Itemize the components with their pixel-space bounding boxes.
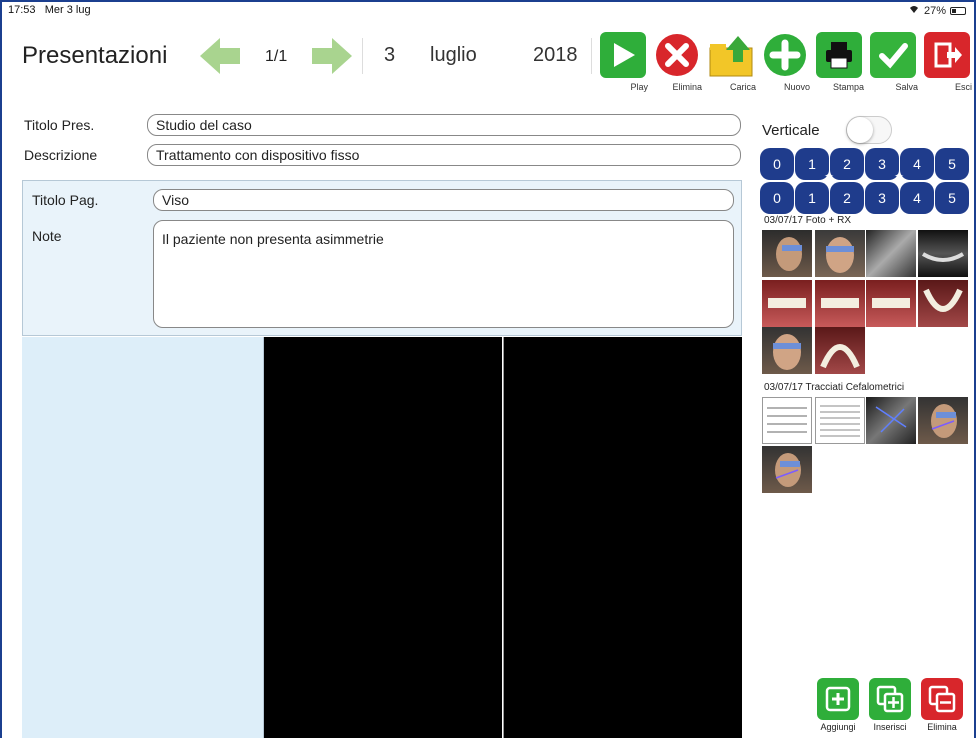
status-date: Mer 3 lug bbox=[44, 4, 91, 16]
print-label: Stampa bbox=[832, 82, 864, 92]
description-field[interactable]: Trattamento con dispositivo fisso bbox=[147, 144, 741, 166]
next-page-button[interactable] bbox=[310, 34, 354, 78]
layout-option[interactable]: 5 bbox=[935, 148, 969, 180]
star-icon: ✦ bbox=[789, 175, 800, 189]
thumbnail-tracing-table-1[interactable] bbox=[762, 397, 812, 444]
presentation-title-field[interactable]: Studio del caso bbox=[147, 114, 741, 136]
page-counter: 1/1 bbox=[265, 48, 288, 65]
note-field[interactable]: Il paziente non presenta asimmetrie bbox=[153, 220, 734, 328]
arrow-left-icon bbox=[200, 38, 240, 74]
previous-page-button[interactable] bbox=[198, 34, 242, 78]
remove-page-label: Elimina bbox=[927, 722, 957, 732]
page-title-field[interactable]: Viso bbox=[153, 189, 734, 211]
page-title-label: Titolo Pag. bbox=[32, 192, 99, 208]
tracing-section-label: 03/07/17 Tracciati Cefalometrici bbox=[764, 382, 905, 393]
page-tools: Aggiungi Inserisci Elimina bbox=[814, 678, 966, 732]
star-icon: ✦ bbox=[859, 175, 870, 189]
load-label: Carica bbox=[729, 82, 756, 92]
exit-button[interactable]: Esci bbox=[922, 32, 972, 94]
print-icon bbox=[816, 32, 862, 78]
insert-page-icon bbox=[869, 678, 911, 720]
thumbnail-tracing-table-2[interactable] bbox=[815, 397, 865, 444]
layout-option[interactable]: 5 bbox=[935, 182, 969, 214]
play-label: Play bbox=[630, 82, 648, 92]
add-page-button[interactable]: Aggiungi bbox=[814, 678, 862, 732]
delete-icon bbox=[654, 32, 700, 78]
photo-section-label: 03/07/17 Foto + RX bbox=[764, 215, 852, 226]
thumbnail-teeth-left[interactable] bbox=[866, 280, 916, 327]
status-right: 27% bbox=[908, 4, 966, 17]
battery-percent: 27% bbox=[923, 4, 946, 17]
thumbnail-xray-lateral[interactable] bbox=[866, 230, 916, 277]
note-label: Note bbox=[32, 228, 62, 244]
description-label: Descrizione bbox=[24, 147, 98, 163]
thumbnail-face-profile[interactable] bbox=[762, 230, 812, 277]
layout-option[interactable]: 3 bbox=[865, 182, 899, 214]
save-button[interactable]: Salva bbox=[868, 32, 918, 94]
thumbnail-teeth-front[interactable] bbox=[815, 280, 865, 327]
delete-label: Elimina bbox=[672, 82, 702, 92]
thumbnail-teeth-right[interactable] bbox=[762, 280, 812, 327]
wifi-icon bbox=[908, 4, 920, 17]
play-icon bbox=[600, 32, 646, 78]
date-year[interactable]: 2018 bbox=[533, 44, 578, 67]
star-icon: ✦ bbox=[929, 175, 940, 189]
status-time: 17:53 bbox=[8, 4, 36, 16]
print-button[interactable]: Stampa bbox=[814, 32, 864, 94]
save-check-icon bbox=[870, 32, 916, 78]
load-button[interactable]: Carica bbox=[706, 32, 756, 94]
page-title: Presentazioni bbox=[22, 42, 168, 69]
layout-option[interactable]: 1 bbox=[795, 182, 829, 214]
preview-slot-2[interactable] bbox=[503, 337, 742, 738]
vertical-label: Verticale bbox=[762, 122, 820, 139]
thumbnail-arch-lower[interactable] bbox=[918, 280, 968, 327]
insert-page-label: Inserisci bbox=[873, 722, 907, 732]
new-label: Nuovo bbox=[783, 82, 810, 92]
status-bar: 17:53 Mer 3 lug bbox=[8, 4, 91, 16]
toggle-knob bbox=[847, 117, 873, 143]
battery-icon bbox=[950, 6, 966, 15]
upload-folder-icon bbox=[708, 32, 754, 78]
thumbnail-tracing-profile[interactable] bbox=[918, 397, 968, 444]
presentation-title-label: Titolo Pres. bbox=[24, 117, 95, 133]
thumbnail-tracing-face[interactable] bbox=[762, 446, 812, 493]
thumbnail-arch-upper[interactable] bbox=[815, 327, 865, 374]
date-day[interactable]: 3 bbox=[384, 44, 395, 67]
star-icon: ✦ bbox=[824, 169, 835, 183]
delete-button[interactable]: Elimina bbox=[652, 32, 702, 94]
vertical-toggle[interactable] bbox=[846, 116, 892, 144]
thumbnail-face-front[interactable] bbox=[815, 230, 865, 277]
new-button[interactable]: Nuovo bbox=[760, 32, 810, 94]
toolbar: Play Elimina Carica Nuovo Stampa Salva E… bbox=[598, 32, 972, 94]
date-month[interactable]: luglio bbox=[430, 44, 477, 67]
thumbnail-xray-panoramic[interactable] bbox=[918, 230, 968, 277]
exit-label: Esci bbox=[954, 82, 972, 92]
arrow-right-icon bbox=[312, 38, 352, 74]
star-icon: ✦ bbox=[894, 169, 905, 183]
insert-page-button[interactable]: Inserisci bbox=[866, 678, 914, 732]
thumbnail-face-smile[interactable] bbox=[762, 327, 812, 374]
preview-empty-area[interactable] bbox=[22, 337, 264, 738]
thumbnail-tracing-xray[interactable] bbox=[866, 397, 916, 444]
add-page-icon bbox=[817, 678, 859, 720]
play-button[interactable]: Play bbox=[598, 32, 648, 94]
preview-slot-1[interactable] bbox=[264, 337, 502, 738]
exit-icon bbox=[924, 32, 970, 78]
remove-page-icon bbox=[921, 678, 963, 720]
add-page-label: Aggiungi bbox=[820, 722, 856, 732]
remove-page-button[interactable]: Elimina bbox=[918, 678, 966, 732]
save-label: Salva bbox=[895, 82, 918, 92]
add-icon bbox=[762, 32, 808, 78]
